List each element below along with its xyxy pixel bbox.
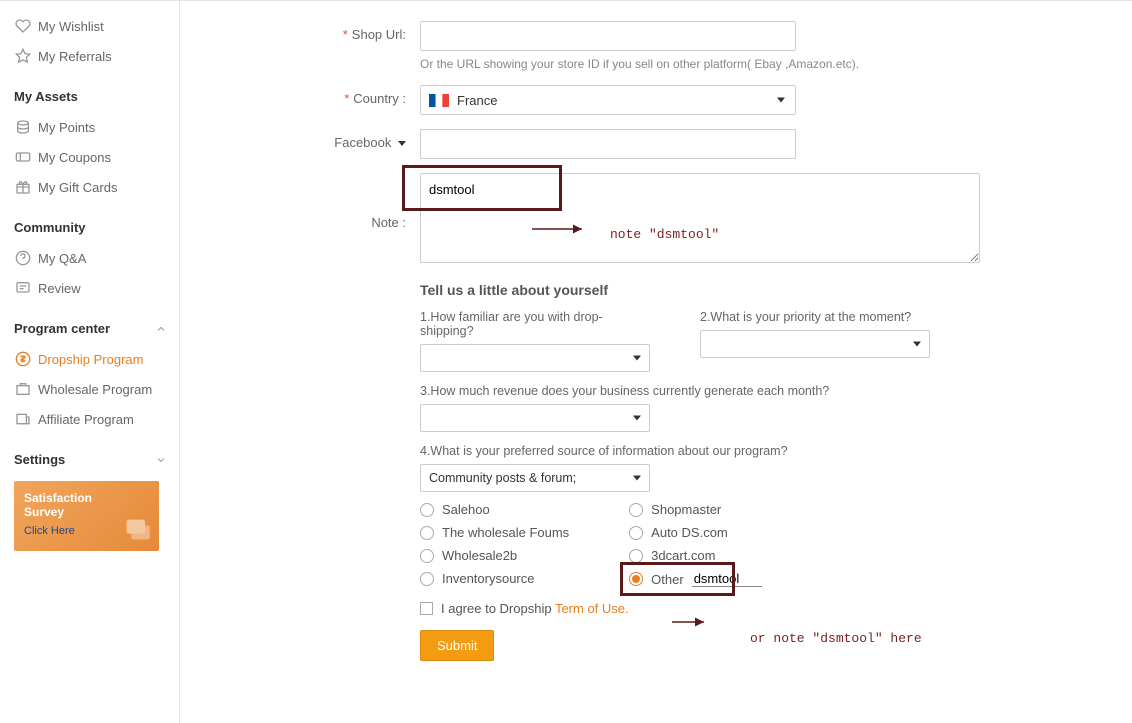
q4-select[interactable]: Community posts & forum; <box>420 464 650 492</box>
country-select[interactable]: France <box>420 85 796 115</box>
country-value: France <box>457 93 497 108</box>
radio-shopmaster[interactable]: Shopmaster <box>629 502 762 517</box>
sidebar-item-giftcards[interactable]: My Gift Cards <box>14 172 179 202</box>
chevron-up-icon <box>155 323 167 335</box>
caret-down-icon <box>633 416 641 421</box>
sidebar-item-label: My Points <box>38 120 95 135</box>
caret-down-icon <box>633 356 641 361</box>
main-form: *Shop Url: Or the URL showing your store… <box>180 1 1132 723</box>
sidebar-item-label: My Coupons <box>38 150 111 165</box>
submit-button[interactable]: Submit <box>420 630 494 661</box>
sidebar-item-label: Affiliate Program <box>38 412 134 427</box>
q1-label: 1.How familiar are you with drop-shippin… <box>420 310 650 338</box>
other-input[interactable] <box>692 571 762 587</box>
survey-line1: Satisfaction <box>24 491 149 505</box>
sidebar-item-label: My Wishlist <box>38 19 104 34</box>
caret-down-icon <box>398 141 406 146</box>
sidebar-item-label: Review <box>38 281 81 296</box>
note-label: Note : <box>260 173 420 230</box>
radio-autods[interactable]: Auto DS.com <box>629 525 762 540</box>
shop-url-label: *Shop Url: <box>260 21 420 42</box>
sidebar-item-label: My Gift Cards <box>38 180 117 195</box>
dollar-icon <box>14 350 32 368</box>
section-my-assets: My Assets <box>14 89 179 104</box>
sidebar-item-label: My Referrals <box>38 49 112 64</box>
flag-france-icon <box>429 94 449 107</box>
sidebar-item-dropship[interactable]: Dropship Program <box>14 344 179 374</box>
wholesale-icon <box>14 380 32 398</box>
sidebar-item-qa[interactable]: My Q&A <box>14 243 179 273</box>
q1-select[interactable] <box>420 344 650 372</box>
caret-down-icon <box>633 476 641 481</box>
star-icon <box>14 47 32 65</box>
country-label: *Country : <box>260 85 420 106</box>
section-program-center[interactable]: Program center <box>14 321 179 336</box>
sidebar-item-wholesale[interactable]: Wholesale Program <box>14 374 179 404</box>
sidebar-item-affiliate[interactable]: Affiliate Program <box>14 404 179 434</box>
sidebar: My Wishlist My Referrals My Assets My Po… <box>0 1 180 723</box>
affiliate-icon <box>14 410 32 428</box>
annotation-other: or note "dsmtool" here <box>750 631 922 646</box>
annotation-note: note "dsmtool" <box>610 227 719 242</box>
section-settings[interactable]: Settings <box>14 452 179 467</box>
satisfaction-survey[interactable]: Satisfaction Survey Click Here <box>14 481 159 551</box>
facebook-label: Facebook <box>260 129 420 150</box>
chat-icon <box>123 515 151 543</box>
question-icon <box>14 249 32 267</box>
radio-wholesale2b[interactable]: Wholesale2b <box>420 548 569 563</box>
q2-label: 2.What is your priority at the moment? <box>700 310 930 324</box>
section-community: Community <box>14 220 179 235</box>
q4-label: 4.What is your preferred source of infor… <box>420 444 1082 458</box>
facebook-input[interactable] <box>420 129 796 159</box>
sidebar-item-wishlist[interactable]: My Wishlist <box>14 11 179 41</box>
sidebar-item-coupons[interactable]: My Coupons <box>14 142 179 172</box>
sidebar-item-referrals[interactable]: My Referrals <box>14 41 179 71</box>
agree-text: I agree to Dropship Term of Use. <box>441 601 629 616</box>
sidebar-item-points[interactable]: My Points <box>14 112 179 142</box>
shop-url-input[interactable] <box>420 21 796 51</box>
radio-3dcart[interactable]: 3dcart.com <box>629 548 762 563</box>
coins-icon <box>14 118 32 136</box>
caret-down-icon <box>913 342 921 347</box>
sidebar-item-label: Dropship Program <box>38 352 144 367</box>
terms-link[interactable]: Term of Use. <box>555 601 629 616</box>
q2-select[interactable] <box>700 330 930 358</box>
radio-inventorysource[interactable]: Inventorysource <box>420 571 569 586</box>
note-textarea[interactable] <box>420 173 980 263</box>
q3-label: 3.How much revenue does your business cu… <box>420 384 1082 398</box>
q3-select[interactable] <box>420 404 650 432</box>
radio-salehoo[interactable]: Salehoo <box>420 502 569 517</box>
radio-other[interactable]: Other <box>629 571 762 587</box>
review-icon <box>14 279 32 297</box>
coupon-icon <box>14 148 32 166</box>
agree-checkbox[interactable] <box>420 602 433 615</box>
chevron-down-icon <box>155 454 167 466</box>
sidebar-item-label: Wholesale Program <box>38 382 152 397</box>
heart-icon <box>14 17 32 35</box>
caret-down-icon <box>777 98 785 103</box>
sidebar-item-review[interactable]: Review <box>14 273 179 303</box>
shop-url-help: Or the URL showing your store ID if you … <box>420 57 1082 71</box>
radio-wholesale-forums[interactable]: The wholesale Foums <box>420 525 569 540</box>
sidebar-item-label: My Q&A <box>38 251 86 266</box>
gift-icon <box>14 178 32 196</box>
about-heading: Tell us a little about yourself <box>420 282 1082 298</box>
